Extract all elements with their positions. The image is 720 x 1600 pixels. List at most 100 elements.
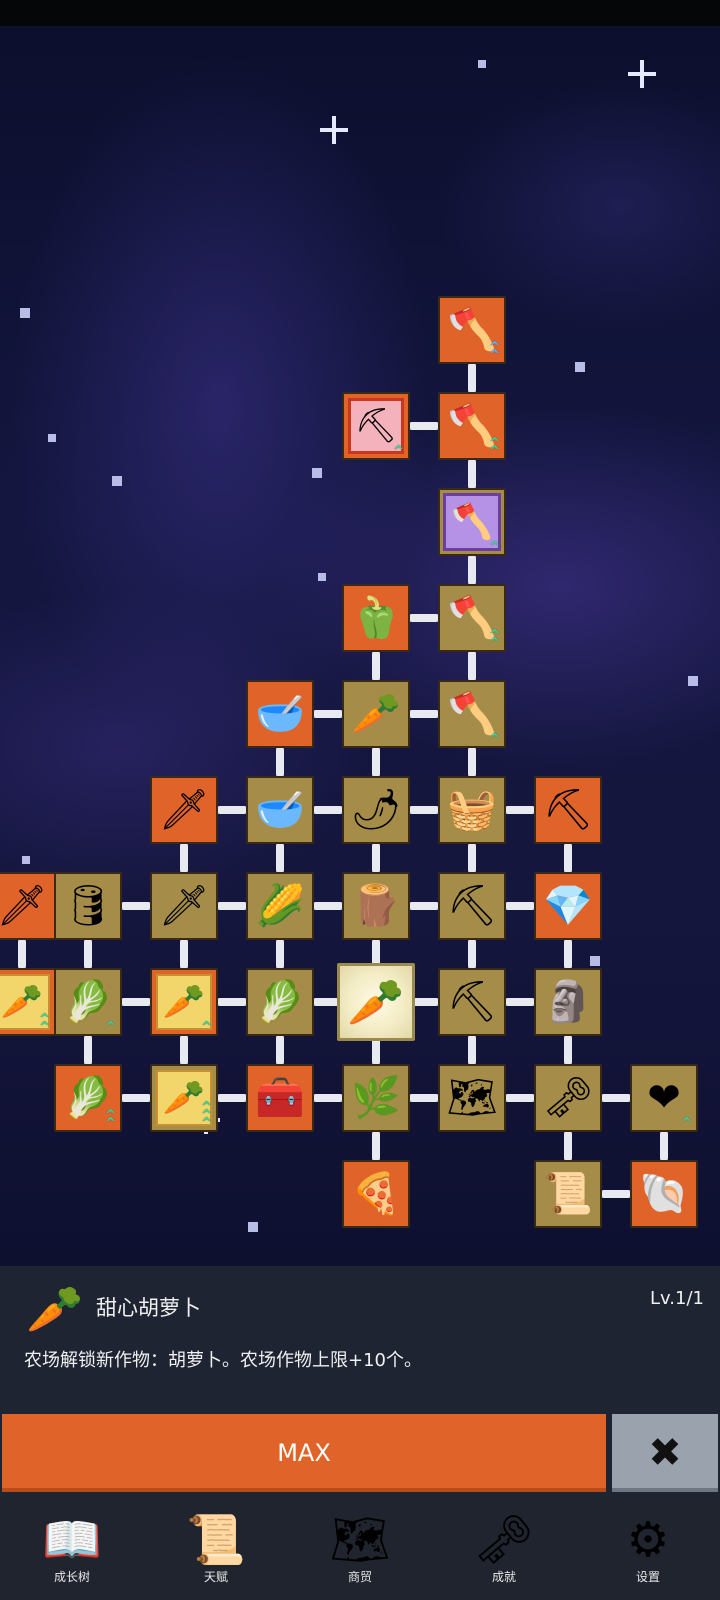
chain-link (120, 902, 152, 910)
scroll-icon: 📜 (543, 1171, 593, 1217)
upgrade-chevron-icon: ^ ^ (39, 1012, 50, 1035)
skill-node-scroll[interactable]: 📜 (534, 1160, 602, 1228)
chain-link (468, 362, 476, 394)
skill-node-sword-gold[interactable]: 🗡 (150, 776, 218, 844)
chest-icon: 🧰 (255, 1075, 305, 1121)
skill-node-pizza[interactable]: 🍕 (342, 1160, 410, 1228)
upgrade-chevron-icon: ^ ^ (489, 628, 500, 651)
chain-link (312, 710, 344, 718)
skill-node-chest[interactable]: 🧰 (246, 1064, 314, 1132)
skill-node-sword-gray[interactable]: 🗡 (0, 872, 56, 940)
upgrade-chevron-icon: ^ ^ ^ (201, 1100, 212, 1131)
star (478, 60, 486, 68)
map-icon: 🗺 (446, 1075, 498, 1121)
skill-node-shovel-r3[interactable]: 🪓 ^ ^ (438, 584, 506, 652)
sword-icon: 🗡 (158, 883, 210, 929)
skill-node-shovel-pink[interactable]: ⛏ ^ (342, 392, 410, 460)
skill-node-pickaxe-gold[interactable]: ⛏ (534, 776, 602, 844)
skill-node-radish[interactable]: 🥕 (342, 680, 410, 748)
upgrade-chevron-icon: ^ ^ (489, 436, 500, 459)
pizza-icon: 🍕 (351, 1171, 401, 1217)
bowl-icon: 🥣 (255, 787, 305, 833)
nav-label: 设置 (635, 1570, 660, 1584)
crystal-icon: 💎 (543, 883, 593, 929)
chain-link (216, 998, 248, 1006)
skill-node-carrot-selected[interactable]: 🥕 (337, 963, 415, 1041)
chain-link (468, 1034, 476, 1066)
star (112, 476, 122, 486)
star (48, 434, 56, 442)
cabbage-icon: 🥬 (255, 979, 305, 1025)
chain-link (468, 650, 476, 682)
skill-node-shovel-r4[interactable]: 🪓 ^ (438, 680, 506, 748)
chain-link (504, 1094, 536, 1102)
chain-link (372, 746, 380, 778)
key-icon: 🗝 (542, 1075, 594, 1121)
skill-node-map[interactable]: 🗺 (438, 1064, 506, 1132)
skill-node-leek[interactable]: 🌿 (342, 1064, 410, 1132)
nav-item-achievements[interactable]: 🗝 成就 (432, 1496, 576, 1600)
chain-link (276, 842, 284, 874)
chain-link (216, 1094, 248, 1102)
nav-item-growth-tree[interactable]: 📖 成长树 (0, 1496, 144, 1600)
chain-link (408, 806, 440, 814)
skill-node-sword-tan[interactable]: 🗡 (150, 872, 218, 940)
skill-node-bowl-top[interactable]: 🥣 (246, 680, 314, 748)
skill-node-shovel-r1[interactable]: 🪓 ^ ^ (438, 392, 506, 460)
chain-link (564, 1034, 572, 1066)
chain-link (408, 902, 440, 910)
skill-node-barrel[interactable]: 🛢 (54, 872, 122, 940)
sparkle (628, 60, 656, 88)
skill-node-corn[interactable]: 🌽 (246, 872, 314, 940)
skill-node-cabbage-a[interactable]: 🥬 ^ (54, 968, 122, 1036)
upgrade-chevron-icon: ^ ^ (105, 1108, 116, 1131)
skill-node-pepper[interactable]: 🫑 (342, 584, 410, 652)
chain-link (372, 1130, 380, 1162)
chain-link (120, 1094, 152, 1102)
scroll-icon: 📜 (186, 1512, 246, 1568)
skill-node-cabbage-c[interactable]: 🥬 ^ ^ (54, 1064, 122, 1132)
nav-item-trade[interactable]: 🗺 商贸 (288, 1496, 432, 1600)
skill-node-carrot-b[interactable]: 🥕 ^ (150, 968, 218, 1036)
sparkle (320, 116, 348, 144)
chain-link (468, 554, 476, 586)
star (575, 362, 585, 372)
close-icon: ✖ (648, 1430, 682, 1476)
skill-tree-canvas[interactable]: 🪓 ^ ^ ⛏ ^ 🪓 ^ ^ 🪓 ^ 🫑 🪓 ^ ^ 🥣 🥕 🪓 ^ 🗡 🥣 🌶 🧺 ⛏ 🗡 🛢 🗡 🌽 🪵 ⛏ 💎 🥕 ^ ^ 🥬 ^ 🥕 ^ 🥬 🥕 ⛏… (0, 26, 720, 1266)
skill-node-crystal[interactable]: 💎 (534, 872, 602, 940)
skill-node-cabbage-b[interactable]: 🥬 (246, 968, 314, 1036)
chain-link (216, 902, 248, 910)
skill-node-basket[interactable]: 🧺 (438, 776, 506, 844)
skill-node-shovel-purple[interactable]: 🪓 ^ (438, 488, 506, 556)
skill-node-stick[interactable]: 🪵 (342, 872, 410, 940)
skill-node-heart[interactable]: ❤ ^ (630, 1064, 698, 1132)
sword-icon: 🗡 (0, 883, 48, 929)
chain-link (276, 746, 284, 778)
skill-node-key[interactable]: 🗝 (534, 1064, 602, 1132)
nav-item-talent[interactable]: 📜 天赋 (144, 1496, 288, 1600)
barrel-icon: 🛢 (62, 883, 114, 929)
skill-node-fossil[interactable]: 🐚 (630, 1160, 698, 1228)
skill-node-shovel-top[interactable]: 🪓 ^ ^ (438, 296, 506, 364)
chain-link (180, 1034, 188, 1066)
skill-node-chili[interactable]: 🌶 (342, 776, 410, 844)
skill-node-carrot-c[interactable]: 🥕 ^ ^ ^ (150, 1064, 218, 1132)
star (318, 573, 326, 581)
skill-node-carrot-a[interactable]: 🥕 ^ ^ (0, 968, 56, 1036)
skill-node-pickaxe-1[interactable]: ⛏ (438, 872, 506, 940)
chain-link (84, 938, 92, 970)
skill-node-statue[interactable]: 🗿 (534, 968, 602, 1036)
chain-link (408, 614, 440, 622)
nav-item-settings[interactable]: ⚙ 设置 (576, 1496, 720, 1600)
skill-node-pickaxe-2[interactable]: ⛏ (438, 968, 506, 1036)
upgrade-chevron-icon: ^ (201, 1020, 212, 1035)
chain-link (408, 422, 440, 430)
nav-label: 成长树 (53, 1570, 90, 1584)
close-button[interactable]: ✖ (612, 1414, 718, 1492)
chain-link (216, 806, 248, 814)
chain-link (312, 902, 344, 910)
max-button[interactable]: MAX (2, 1414, 606, 1492)
chain-link (468, 938, 476, 970)
skill-node-bowl-mid[interactable]: 🥣 (246, 776, 314, 844)
upgrade-chevron-icon: ^ (105, 1020, 116, 1035)
